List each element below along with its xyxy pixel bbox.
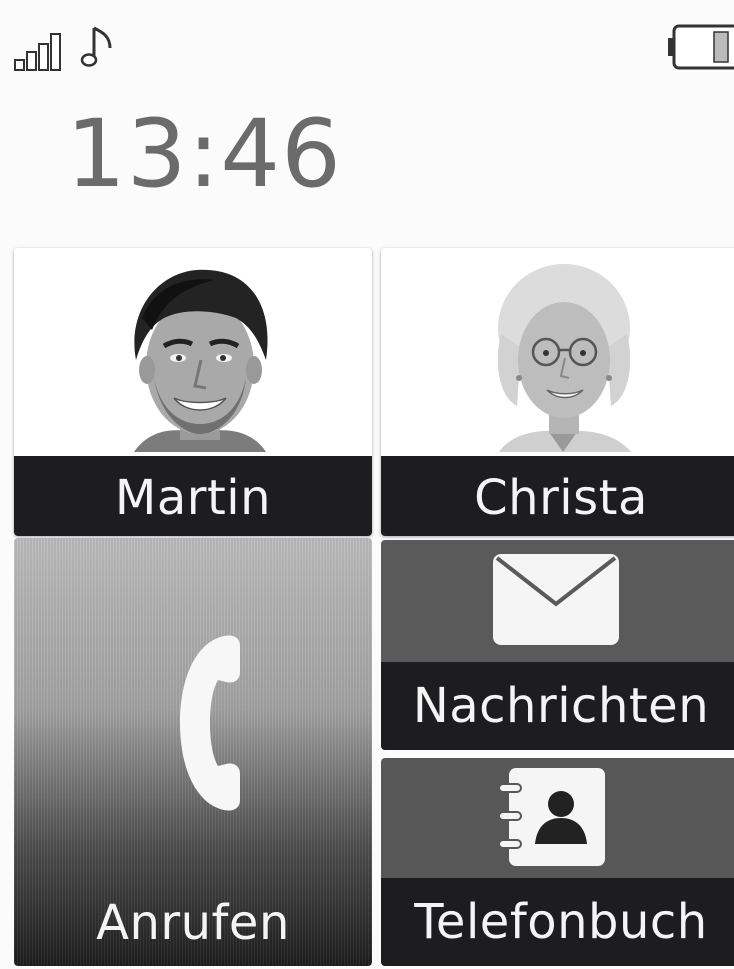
status-bar [0,0,734,90]
envelope-icon [493,554,619,645]
messages-tile[interactable]: Nachrichten [381,540,734,750]
signal-strength-icon [14,33,61,71]
contact-photo-christa [381,248,734,452]
call-label: Anrufen [96,895,290,951]
call-tile[interactable]: Anrufen [14,538,372,966]
phonebook-label: Telefonbuch [381,878,734,966]
contact-tile-christa[interactable]: Christa [381,248,734,536]
contact-name-martin: Martin [14,456,372,536]
clock-time: 13:46 [66,100,342,209]
phonebook-tile[interactable]: Telefonbuch [381,758,734,966]
address-book-icon [498,768,605,866]
contact-tile-martin[interactable]: Martin [14,248,372,536]
battery-icon [668,24,734,70]
contact-photo-martin [14,248,372,452]
messages-label: Nachrichten [381,662,734,750]
phone-handset-icon [180,635,240,811]
music-note-icon [80,26,112,67]
contact-name-christa: Christa [381,456,734,536]
home-tile-grid: Martin Christa Anrufen Nachrichten Telef… [0,244,734,969]
